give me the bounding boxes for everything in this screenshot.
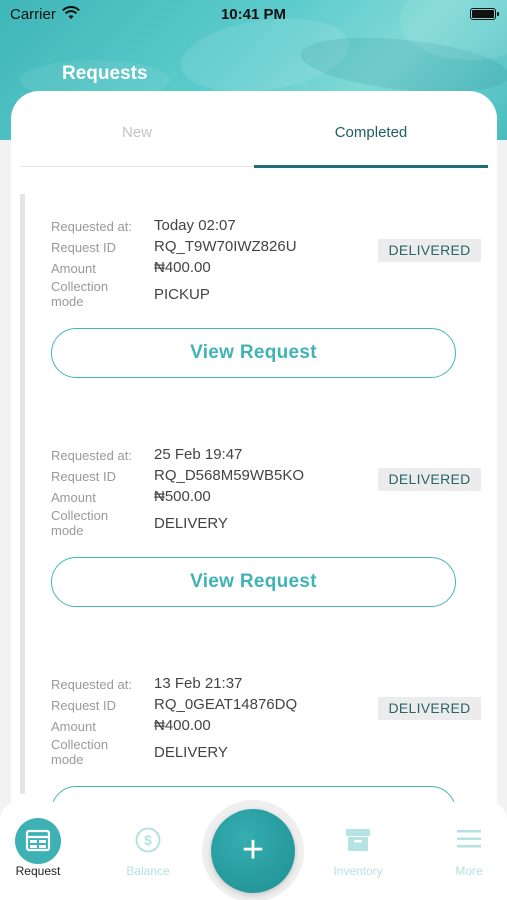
amount-value: ₦400.00 (154, 259, 211, 276)
requests-card: New Completed Requested at: Today 02:07 … (11, 91, 497, 821)
request-item: Requested at: Today 02:07 Request ID RQ_… (51, 217, 481, 418)
tab-active-indicator (254, 165, 488, 168)
collection-mode-label-line2: mode (51, 294, 84, 309)
tab-bar-item-balance[interactable]: $ Balance (98, 818, 198, 888)
view-request-button[interactable]: View Request (51, 328, 456, 378)
status-bar: Carrier 10:41 PM (0, 0, 507, 28)
requested-at-value: 25 Feb 19:47 (154, 446, 243, 463)
status-badge: DELIVERED (378, 468, 481, 491)
collection-mode-value: PICKUP (154, 286, 210, 303)
segment-tabs: New Completed (20, 91, 488, 169)
request-list[interactable]: Requested at: Today 02:07 Request ID RQ_… (20, 194, 488, 821)
dollar-icon: $ (135, 827, 161, 853)
amount-value: ₦500.00 (154, 488, 211, 505)
plus-icon: + (241, 829, 265, 871)
requested-at-value: 13 Feb 21:37 (154, 675, 243, 692)
tab-bar-label: More (455, 864, 483, 878)
svg-text:$: $ (144, 832, 152, 848)
requested-at-label: Requested at: (51, 448, 132, 463)
request-id-label: Request ID (51, 240, 117, 255)
status-badge: DELIVERED (378, 697, 481, 720)
tab-bar-item-inventory[interactable]: Inventory (308, 818, 408, 888)
archive-box-icon (346, 829, 370, 851)
view-request-button[interactable]: View Request (51, 557, 456, 607)
tab-bar-item-request[interactable]: Request (0, 818, 88, 888)
request-id-label: Request ID (51, 698, 117, 713)
collection-mode-value: DELIVERY (154, 744, 228, 761)
amount-label: Amount (51, 719, 96, 734)
request-id-value: RQ_T9W70IWZ826U (154, 238, 297, 255)
collection-mode-label: Collection (51, 279, 109, 294)
requested-at-label: Requested at: (51, 219, 132, 234)
page-title: Requests (62, 63, 148, 84)
tab-bar-label: Request (15, 864, 61, 878)
request-item: Requested at: 13 Feb 21:37 Request ID RQ… (51, 675, 481, 821)
amount-label: Amount (51, 490, 96, 505)
menu-icon (457, 830, 481, 848)
clock: 10:41 PM (220, 6, 287, 23)
request-id-value: RQ_D568M59WB5KO (154, 467, 305, 484)
request-item: Requested at: 25 Feb 19:47 Request ID RQ… (51, 446, 481, 647)
collection-mode-label-line2: mode (51, 752, 84, 767)
tab-new[interactable]: New (20, 91, 254, 169)
tab-bar-label: Balance (126, 864, 170, 878)
collection-mode-label: Collection (51, 737, 109, 752)
add-request-button[interactable]: + (211, 809, 295, 893)
amount-value: ₦400.00 (154, 717, 211, 734)
request-id-value: RQ_0GEAT14876DQ (154, 696, 298, 713)
collection-mode-value: DELIVERY (154, 515, 228, 532)
request-icon (15, 818, 61, 864)
tab-bar-item-more[interactable]: More (419, 818, 507, 888)
requested-at-value: Today 02:07 (154, 217, 236, 234)
battery-icon (470, 8, 499, 20)
status-badge: DELIVERED (378, 239, 481, 262)
collection-mode-label-line2: mode (51, 523, 84, 538)
tab-bar-label: Inventory (333, 864, 383, 878)
request-id-label: Request ID (51, 469, 117, 484)
collection-mode-label: Collection (51, 508, 109, 523)
tab-completed[interactable]: Completed (254, 91, 488, 169)
add-request-fab-ring: + (202, 800, 304, 900)
amount-label: Amount (51, 261, 96, 276)
requested-at-label: Requested at: (51, 677, 132, 692)
